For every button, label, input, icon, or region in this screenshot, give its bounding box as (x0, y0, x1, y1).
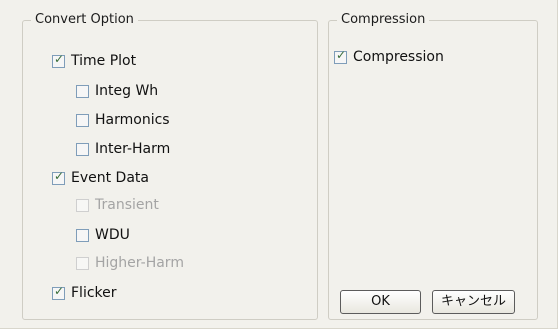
transient-box (76, 198, 89, 212)
higher-harm-label: Higher-Harm (95, 255, 184, 271)
compression-label: Compression (353, 49, 444, 65)
flicker-checkbox[interactable]: ✓ Flicker (52, 283, 117, 303)
checkmark-icon: ✓ (54, 51, 65, 66)
time-plot-label: Time Plot (71, 53, 137, 69)
integ-wh-checkbox[interactable]: Integ Wh (76, 81, 158, 101)
checkmark-icon: ✓ (336, 47, 347, 62)
inter-harm-checkbox[interactable]: Inter-Harm (76, 139, 170, 159)
checkmark-icon: ✓ (54, 168, 65, 183)
time-plot-box[interactable]: ✓ (52, 51, 65, 68)
convert-dialog: Convert Option ✓ Time Plot Integ Wh Harm… (0, 0, 558, 329)
integ-wh-label: Integ Wh (95, 83, 159, 99)
event-data-checkbox[interactable]: ✓ Event Data (52, 168, 149, 188)
transient-label: Transient (95, 197, 159, 213)
flicker-label: Flicker (71, 285, 117, 301)
transient-checkbox: Transient (76, 195, 159, 215)
harmonics-box[interactable] (76, 113, 89, 127)
harmonics-label: Harmonics (95, 112, 170, 128)
wdu-checkbox[interactable]: WDU (76, 225, 130, 245)
flicker-box[interactable]: ✓ (52, 283, 65, 300)
convert-option-title: Convert Option (31, 12, 138, 28)
time-plot-checkbox[interactable]: ✓ Time Plot (52, 51, 136, 71)
compression-title: Compression (337, 12, 430, 28)
integ-wh-box[interactable] (76, 84, 89, 98)
higher-harm-checkbox: Higher-Harm (76, 253, 184, 273)
harmonics-checkbox[interactable]: Harmonics (76, 110, 170, 130)
wdu-box[interactable] (76, 228, 89, 242)
ok-button[interactable]: OK (340, 290, 421, 314)
wdu-label: WDU (95, 227, 130, 243)
checkmark-icon: ✓ (54, 283, 65, 298)
cancel-button[interactable]: キャンセル (432, 290, 515, 314)
compression-checkbox[interactable]: ✓ Compression (334, 47, 444, 67)
event-data-label: Event Data (71, 170, 149, 186)
inter-harm-label: Inter-Harm (95, 141, 171, 157)
event-data-box[interactable]: ✓ (52, 168, 65, 185)
inter-harm-box[interactable] (76, 142, 89, 156)
higher-harm-box (76, 256, 89, 270)
compression-box[interactable]: ✓ (334, 47, 347, 64)
